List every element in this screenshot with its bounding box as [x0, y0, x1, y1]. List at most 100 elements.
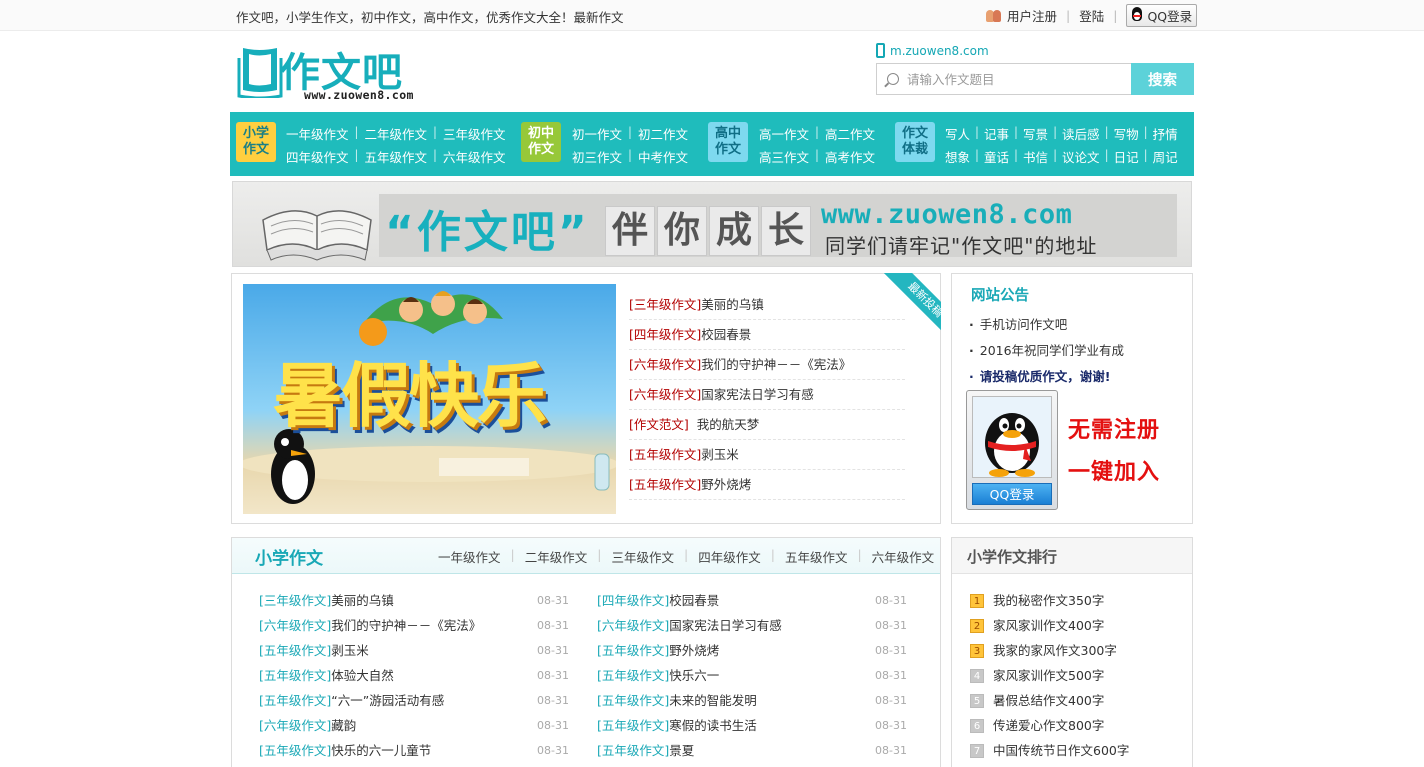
qq-login-card-button[interactable]: QQ登录 [972, 483, 1052, 505]
list-item[interactable]: [三年级作文]美丽的乌镇 08-31 [259, 588, 569, 613]
article-title[interactable]: 美丽的乌镇 [331, 593, 394, 608]
nav-link[interactable]: 初三作文 [572, 147, 622, 166]
grade-tab[interactable]: 四年级作文 [688, 547, 771, 566]
notice-item[interactable]: 请投稿优质作文，谢谢! [969, 364, 1124, 390]
nav-link[interactable]: 中考作文 [638, 147, 688, 166]
article-title[interactable]: 藏韵 [331, 718, 356, 733]
article-title[interactable]: 景夏 [669, 743, 694, 758]
grade-tab[interactable]: 五年级作文 [775, 547, 858, 566]
search-button[interactable]: 搜索 [1131, 63, 1194, 95]
ranking-item[interactable]: 5 暑假总结作文400字 [970, 688, 1129, 713]
category-tag[interactable]: [六年级作文] [629, 387, 701, 402]
article-title[interactable]: 剥玉米 [701, 447, 739, 462]
category-tag[interactable]: [五年级作文] [259, 693, 331, 708]
ranking-title-text[interactable]: 我的秘密作文350字 [993, 588, 1104, 613]
ranking-item[interactable]: 2 家风家训作文400字 [970, 613, 1129, 638]
ranking-item[interactable]: 6 传递爱心作文800字 [970, 713, 1129, 738]
list-item[interactable]: [五年级作文]“六一”游园活动有感 08-31 [259, 688, 569, 713]
nav-link[interactable]: 记事 [984, 124, 1009, 143]
article-title[interactable]: 快乐六一 [669, 668, 719, 683]
article-title[interactable]: 野外烧烤 [669, 643, 719, 658]
category-tag[interactable]: [三年级作文] [629, 297, 701, 312]
mobile-site-link[interactable]: m.zuowen8.com [876, 43, 989, 58]
nav-link[interactable]: 高考作文 [825, 147, 875, 166]
list-item[interactable]: [五年级作文]未来的智能发明 08-31 [597, 688, 907, 713]
list-item[interactable]: [五年级作文]野外烧烤 08-31 [597, 638, 907, 663]
grade-tab[interactable]: 二年级作文 [515, 547, 598, 566]
nav-link[interactable]: 书信 [1023, 147, 1048, 166]
article-title[interactable]: 未来的智能发明 [669, 693, 757, 708]
nav-badge-senior[interactable]: 高中 作文 [708, 122, 748, 162]
article-title[interactable]: 我们的守护神－－《宪法》 [701, 357, 851, 372]
category-tag[interactable]: [六年级作文] [629, 357, 701, 372]
ranking-item[interactable]: 4 家风家训作文500字 [970, 663, 1129, 688]
article-title[interactable]: 体验大自然 [331, 668, 394, 683]
nav-link[interactable]: 一年级作文 [286, 124, 349, 143]
promo-banner[interactable]: “作文吧” 伴 你 成 长 www.zuowen8.com 同学们请牢记"作文吧… [232, 181, 1192, 267]
article-title[interactable]: 美丽的乌镇 [701, 297, 764, 312]
article-title[interactable]: 野外烧烤 [701, 477, 751, 492]
category-tag[interactable]: [五年级作文] [597, 643, 669, 658]
ranking-title-text[interactable]: 传递爱心作文800字 [993, 713, 1104, 738]
ranking-title-text[interactable]: 暑假总结作文400字 [993, 688, 1104, 713]
article-title[interactable]: 寒假的读书生活 [669, 718, 757, 733]
article-title[interactable]: 快乐的六一儿童节 [331, 743, 431, 758]
nav-link[interactable]: 抒情 [1153, 124, 1178, 143]
ranking-title-text[interactable]: 家风家训作文500字 [993, 663, 1104, 688]
nav-link[interactable]: 写物 [1114, 124, 1139, 143]
nav-link[interactable]: 四年级作文 [286, 147, 349, 166]
nav-link[interactable]: 读后感 [1062, 124, 1100, 143]
category-tag[interactable]: [四年级作文] [629, 327, 701, 342]
grade-tab[interactable]: 三年级作文 [601, 547, 684, 566]
nav-badge-junior[interactable]: 初中 作文 [521, 122, 561, 162]
grade-tab[interactable]: 六年级作文 [862, 547, 945, 566]
ranking-item[interactable]: 1 我的秘密作文350字 [970, 588, 1129, 613]
article-title[interactable]: 校园春景 [701, 327, 751, 342]
login-link[interactable]: 登陆 [1079, 6, 1104, 25]
list-item[interactable]: [五年级作文]野外烧烤 [629, 470, 905, 500]
ranking-title-text[interactable]: 家风家训作文400字 [993, 613, 1104, 638]
nav-link[interactable]: 高一作文 [759, 124, 809, 143]
article-title[interactable]: 我们的守护神－－《宪法》 [331, 618, 481, 633]
ranking-title-text[interactable]: 我家的家风作文300字 [993, 638, 1117, 663]
register-link[interactable]: 用户注册 [1007, 6, 1057, 25]
nav-link[interactable]: 二年级作文 [365, 124, 428, 143]
category-tag[interactable]: [六年级作文] [259, 718, 331, 733]
article-title[interactable]: 国家宪法日学习有感 [669, 618, 782, 633]
summer-holiday-image[interactable]: 暑假快乐 [243, 284, 616, 514]
ranking-item[interactable]: 7 中国传统节日作文600字 [970, 738, 1129, 763]
category-tag[interactable]: [五年级作文] [597, 743, 669, 758]
category-tag[interactable]: [五年级作文] [629, 447, 701, 462]
nav-link[interactable]: 五年级作文 [365, 147, 428, 166]
nav-link[interactable]: 高三作文 [759, 147, 809, 166]
category-tag[interactable]: [五年级作文] [597, 718, 669, 733]
ranking-title-text[interactable]: 中国传统节日作文600字 [993, 738, 1129, 763]
category-tag[interactable]: [四年级作文] [597, 593, 669, 608]
category-tag[interactable]: [作文范文] [629, 417, 689, 432]
nav-link[interactable]: 童话 [984, 147, 1009, 166]
nav-link[interactable]: 写人 [945, 124, 970, 143]
list-item[interactable]: [五年级作文]快乐的六一儿童节 08-31 [259, 738, 569, 763]
article-title[interactable]: 国家宪法日学习有感 [701, 387, 814, 402]
list-item[interactable]: [五年级作文]快乐六一 08-31 [597, 663, 907, 688]
primary-title[interactable]: 小学作文 [255, 544, 323, 569]
category-tag[interactable]: [五年级作文] [629, 477, 701, 492]
list-item[interactable]: [五年级作文]景夏 08-31 [597, 738, 907, 763]
list-item[interactable]: [六年级作文]国家宪法日学习有感 [629, 380, 905, 410]
ranking-item[interactable]: 3 我家的家风作文300字 [970, 638, 1129, 663]
nav-link[interactable]: 周记 [1153, 147, 1178, 166]
nav-link[interactable]: 议论文 [1062, 147, 1100, 166]
notice-item[interactable]: 2016年祝同学们学业有成 [969, 338, 1124, 364]
category-tag[interactable]: [五年级作文] [597, 668, 669, 683]
list-item[interactable]: [三年级作文]美丽的乌镇 [629, 290, 905, 320]
nav-badge-genre[interactable]: 作文 体裁 [895, 122, 935, 162]
category-tag[interactable]: [六年级作文] [259, 618, 331, 633]
list-item[interactable]: [六年级作文]我们的守护神－－《宪法》 08-31 [259, 613, 569, 638]
list-item[interactable]: [五年级作文]剥玉米 08-31 [259, 638, 569, 663]
nav-link[interactable]: 初二作文 [638, 124, 688, 143]
article-title[interactable]: 我的航天梦 [697, 417, 760, 432]
category-tag[interactable]: [五年级作文] [259, 643, 331, 658]
grade-tab[interactable]: 一年级作文 [428, 547, 511, 566]
article-title[interactable]: 校园春景 [669, 593, 719, 608]
list-item[interactable]: [四年级作文]校园春景 [629, 320, 905, 350]
